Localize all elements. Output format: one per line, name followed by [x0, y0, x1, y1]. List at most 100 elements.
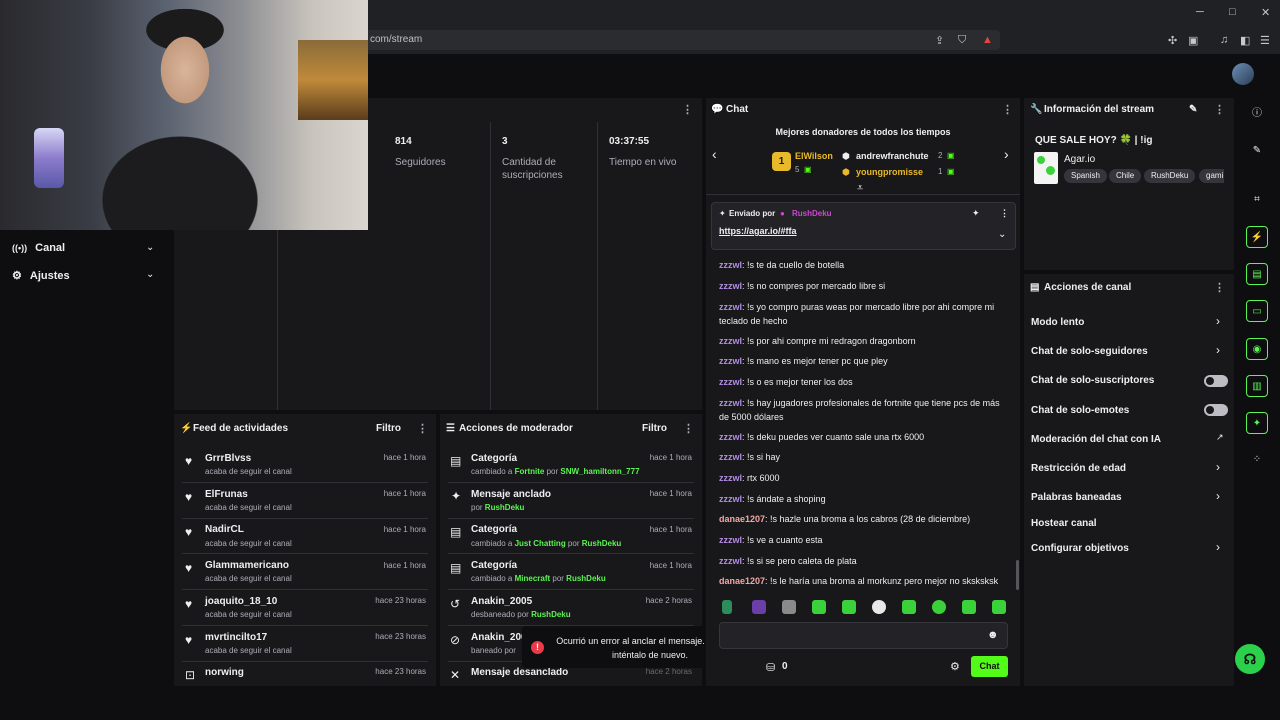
sidebar-icon[interactable]: ▣: [1188, 34, 1198, 47]
divider: [182, 661, 428, 662]
heart-icon: ♥: [185, 525, 193, 539]
broadcast-icon[interactable]: ◉: [1246, 338, 1268, 360]
share-icon[interactable]: ⇪: [935, 34, 944, 47]
document-icon[interactable]: ▤: [1246, 263, 1268, 285]
feed-user: Glammamericano: [205, 560, 289, 571]
donor-amount: 1: [938, 167, 943, 176]
close-button[interactable]: ✕: [1261, 6, 1270, 19]
channel-actions-menu-icon[interactable]: ⋮: [1214, 281, 1225, 294]
wrench-icon[interactable]: ✦: [1246, 412, 1268, 434]
emote[interactable]: [842, 600, 856, 614]
stats-menu-icon[interactable]: ⋮: [682, 103, 693, 116]
activity-filter-button[interactable]: Filtro: [376, 423, 401, 434]
mod-filter-button[interactable]: Filtro: [642, 423, 667, 434]
emoji-icon[interactable]: ☻: [987, 629, 999, 641]
address-bar[interactable]: com/stream: [360, 30, 1000, 50]
chevron-right-icon[interactable]: ›: [1004, 146, 1009, 162]
pencil-icon[interactable]: ✎: [1246, 140, 1268, 162]
chat-menu-icon[interactable]: ⋮: [1002, 103, 1013, 116]
points-icon[interactable]: ⛁: [766, 661, 775, 674]
chevron-down-icon[interactable]: ⌄: [146, 269, 154, 280]
feed-time: hace 1 hora: [383, 489, 426, 498]
chevron-down-icon[interactable]: ⌄: [146, 242, 154, 253]
emote[interactable]: [932, 600, 946, 614]
extensions-icon[interactable]: ✣: [1168, 34, 1177, 47]
chevron-right-icon[interactable]: ›: [1216, 460, 1220, 474]
music-icon[interactable]: ♫: [1220, 34, 1228, 46]
chat-message: zzzwl: !s mano es mejor tener pc que ple…: [719, 356, 888, 366]
action-goals[interactable]: Configurar objetivos: [1031, 543, 1129, 554]
action-banned-words[interactable]: Palabras baneadas: [1031, 492, 1122, 503]
bolt-icon[interactable]: ⚡: [1246, 226, 1268, 248]
live-time-label: Tiempo en vivo: [609, 157, 677, 168]
action-host-channel[interactable]: Hostear canal: [1031, 518, 1097, 529]
chevron-left-icon[interactable]: ‹: [712, 146, 717, 162]
scan-icon[interactable]: ⌗: [1246, 189, 1268, 211]
mod-menu-icon[interactable]: ⋮: [683, 422, 694, 435]
webcam-shelf: [298, 40, 368, 120]
panel-icon[interactable]: ◧: [1240, 34, 1250, 47]
emote[interactable]: [782, 600, 796, 614]
send-chat-button[interactable]: Chat: [971, 656, 1008, 677]
chat-scrollbar[interactable]: [1016, 560, 1019, 590]
wrench-icon: 🔧: [1030, 104, 1043, 115]
external-link-icon[interactable]: ↗: [1216, 432, 1224, 443]
alert-icon[interactable]: ▲: [982, 34, 993, 46]
heart-icon: ♥: [185, 454, 193, 468]
tag[interactable]: Chile: [1109, 169, 1142, 183]
action-followers-only[interactable]: Chat de solo-seguidores: [1031, 346, 1148, 357]
emote[interactable]: [992, 600, 1006, 614]
help-button[interactable]: ☊: [1235, 644, 1265, 674]
mod-desc: cambiado a Minecraft por RushDeku: [471, 574, 606, 583]
screen: { "browser": { "url": "com/stream", "con…: [0, 0, 1280, 720]
pinned-link[interactable]: https://agar.io/#ffa: [719, 226, 797, 236]
mod-desc: cambiado a Just Chatting por RushDeku: [471, 539, 622, 548]
gear-icon: ⚙: [12, 270, 22, 282]
chat-icon[interactable]: ▭: [1246, 300, 1268, 322]
emotes-only-toggle[interactable]: [1204, 404, 1228, 416]
emote[interactable]: [902, 600, 916, 614]
category-name[interactable]: Agar.io: [1064, 154, 1095, 165]
chevron-right-icon[interactable]: ›: [1216, 314, 1220, 328]
emote[interactable]: [872, 600, 886, 614]
subs-only-toggle[interactable]: [1204, 375, 1228, 387]
menu-icon[interactable]: ☰: [1260, 34, 1270, 47]
divider: [182, 553, 428, 554]
mod-title: Anakin_2005: [471, 596, 533, 607]
chevron-down-icon[interactable]: ⌄: [998, 229, 1006, 240]
minimize-button[interactable]: ─: [1196, 6, 1204, 18]
broadcast-icon: ((•)): [12, 243, 28, 253]
edit-icon[interactable]: ✎: [1189, 104, 1197, 115]
feed-time: hace 23 horas: [375, 632, 426, 641]
chat-input[interactable]: [719, 622, 1008, 649]
layout-icon[interactable]: ▥: [1246, 375, 1268, 397]
tag[interactable]: Spanish: [1064, 169, 1107, 183]
chevron-right-icon[interactable]: ›: [1216, 343, 1220, 357]
chevron-right-icon[interactable]: ›: [1216, 540, 1220, 554]
gear-icon[interactable]: ⚙: [950, 660, 960, 673]
donor-amount: 5: [795, 165, 800, 174]
action-slow-mode[interactable]: Modo lento: [1031, 317, 1084, 328]
emote[interactable]: [722, 600, 732, 614]
pinned-menu-icon[interactable]: ⋮: [1000, 208, 1009, 219]
unpin-icon[interactable]: ✦: [972, 208, 980, 219]
shield-icon[interactable]: ⛉: [958, 34, 966, 47]
activity-menu-icon[interactable]: ⋮: [417, 422, 428, 435]
maximize-button[interactable]: □: [1229, 6, 1236, 18]
tag[interactable]: gami: [1199, 169, 1224, 183]
apps-icon[interactable]: ⁘: [1246, 449, 1268, 471]
emote[interactable]: [752, 600, 766, 614]
heart-icon: ♥: [185, 597, 193, 611]
tag[interactable]: RushDeku: [1144, 169, 1196, 183]
action-age-restriction[interactable]: Restricción de edad: [1031, 463, 1126, 474]
emote[interactable]: [812, 600, 826, 614]
action-ai-moderation[interactable]: Moderación del chat con IA: [1031, 434, 1161, 445]
sidebar-item-canal[interactable]: ((•)) Canal: [12, 242, 65, 254]
avatar[interactable]: [1232, 63, 1254, 85]
stream-info-menu-icon[interactable]: ⋮: [1214, 103, 1225, 116]
info-icon[interactable]: ⓘ: [1246, 103, 1268, 125]
sidebar-item-ajustes[interactable]: ⚙ Ajustes: [12, 269, 70, 283]
emote[interactable]: [962, 600, 976, 614]
chevron-right-icon[interactable]: ›: [1216, 489, 1220, 503]
divider: [448, 482, 694, 483]
